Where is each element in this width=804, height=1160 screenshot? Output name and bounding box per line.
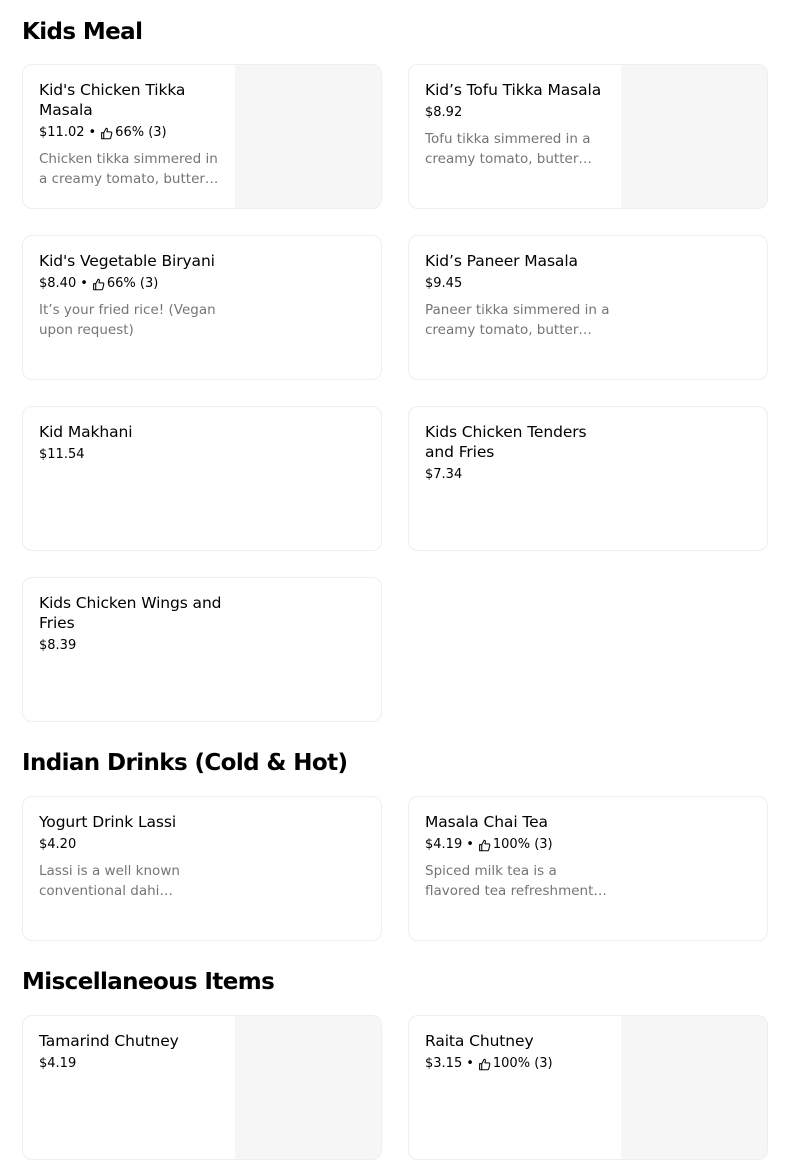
menu-item-card[interactable]: Kid’s Paneer Masala $9.45 Paneer tikka sim… [408,235,768,380]
menu-item-price: $4.19 [425,837,463,852]
menu-item-name: Kid's Vegetable Biryani [39,252,215,270]
menu-item-card[interactable]: Kid's Chicken Tikka Masala $11.02 • 66% (3)… [22,64,382,209]
thumbs-up-icon [100,127,113,140]
menu-item-info: Yogurt Drink Lassi $4.20 Lassi is a well k… [39,812,225,901]
separator-dot: • [466,1056,474,1071]
menu-item-meta: $4.19 [39,1056,225,1072]
menu-item-meta: $9.45 [425,276,611,292]
menu-item-price: $11.02 [39,125,85,140]
menu-item-card[interactable]: Kid's Vegetable Biryani $8.40 • 66% (3) It’s… [22,235,382,380]
menu-item-price: $8.39 [39,638,77,653]
menu-item-card[interactable]: Kids Chicken Wings and Fries $8.39 [22,577,382,722]
menu-item-name: Kid’s Paneer Masala [425,252,578,270]
menu-item-meta: $4.19 • 100% (3) [425,837,611,853]
menu-item-name: Raita Chutney [425,1032,534,1050]
menu-item-info: Kid Makhani $11.54 [39,422,225,463]
menu-item-meta: $8.92 [425,105,611,121]
menu-item-name: Kid Makhani [39,423,133,441]
menu-item-meta: $3.15 • 100% (3) [425,1056,611,1072]
thumbs-up-icon [478,1058,491,1071]
menu-item-card[interactable]: Masala Chai Tea $4.19 • 100% (3) Spiced milk… [408,796,768,941]
menu-item-name: Tamarind Chutney [39,1032,179,1050]
menu-item-name: Kids Chicken Tenders and Fries [425,423,587,461]
separator-dot: • [466,837,474,852]
menu-item-info: Kids Chicken Tenders and Fries $7.34 [425,422,611,483]
item-image-placeholder [235,65,381,208]
menu-item-rating: 100% (3) [492,1056,553,1071]
menu-item-meta: $11.02 • 66% (3) [39,125,225,141]
menu-item-info: Kids Chicken Wings and Fries $8.39 [39,593,225,654]
menu-item-name: Masala Chai Tea [425,813,548,831]
item-image-placeholder [235,1016,381,1159]
item-image-placeholder [621,1016,767,1159]
menu-item-name: Kids Chicken Wings and Fries [39,594,222,632]
menu-item-price: $11.54 [39,447,85,462]
section-title-kids-meal: Kids Meal [22,19,143,45]
menu-item-card[interactable]: Yogurt Drink Lassi $4.20 Lassi is a well k… [22,796,382,941]
menu-item-info: Kid’s Tofu Tikka Masala $8.92 Tofu tikka s… [425,80,611,169]
menu-item-meta: $8.39 [39,638,225,654]
separator-dot: • [80,276,88,291]
menu-item-meta: $11.54 [39,447,225,463]
menu-item-name: Kid’s Tofu Tikka Masala [425,81,602,99]
menu-item-description: Spiced milk tea is a flavored tea refres… [425,863,594,899]
menu-item-card[interactable]: Kids Chicken Tenders and Fries $7.34 [408,406,768,551]
menu-item-info: Tamarind Chutney $4.19 [39,1031,225,1072]
menu-item-price: $4.20 [39,837,77,852]
menu-item-name: Kid's Chicken Tikka Masala [39,81,186,119]
menu-item-description: It’s your fried rice! (Vegan upon reques… [39,302,216,338]
section-title-indian-drinks: Indian Drinks (Cold & Hot) [22,750,348,776]
menu-item-description: Lassi is a well known conventional dahi … [39,863,180,899]
menu-item-card[interactable]: Raita Chutney $3.15 • 100% (3) [408,1015,768,1160]
menu-item-price: $8.40 [39,276,77,291]
menu-item-rating: 66% (3) [106,276,159,291]
thumbs-up-icon [478,839,491,852]
menu-item-price: $4.19 [39,1056,77,1071]
menu-item-price: $3.15 [425,1056,463,1071]
section-title-miscellaneous: Miscellaneous Items [22,969,275,995]
menu-item-rating: 66% (3) [115,125,167,140]
menu-item-info: Kid's Chicken Tikka Masala $11.02 • 66% (3)… [39,80,225,189]
menu-item-info: Kid's Vegetable Biryani $8.40 • 66% (3) It’s… [39,251,225,340]
menu-item-meta: $8.40 • 66% (3) [39,276,225,292]
menu-item-card[interactable]: Tamarind Chutney $4.19 [22,1015,382,1160]
item-image-placeholder [621,65,767,208]
menu-item-price: $8.92 [425,105,463,120]
thumbs-up-icon [92,278,105,291]
menu-item-name: Yogurt Drink Lassi [39,813,177,831]
menu-item-description: Paneer tikka simmered in a creamy tomato… [425,302,610,338]
menu-item-price: $9.45 [425,276,463,291]
menu-item-rating: 100% (3) [492,837,553,852]
menu-item-info: Masala Chai Tea $4.19 • 100% (3) Spiced milk… [425,812,611,901]
menu-item-info: Kid’s Paneer Masala $9.45 Paneer tikka sim… [425,251,611,340]
menu-item-card[interactable]: Kid Makhani $11.54 [22,406,382,551]
menu-item-description: Chicken tikka simmered in a creamy tomat… [39,151,219,187]
menu-item-meta: $7.34 [425,467,611,483]
menu-item-description: Tofu tikka simmered in a creamy tomato, … [425,131,592,167]
menu-item-info: Raita Chutney $3.15 • 100% (3) [425,1031,611,1072]
menu-item-card[interactable]: Kid’s Tofu Tikka Masala $8.92 Tofu tikka s… [408,64,768,209]
separator-dot: • [88,125,97,140]
menu-item-meta: $4.20 [39,837,225,853]
menu-item-price: $7.34 [425,467,463,482]
